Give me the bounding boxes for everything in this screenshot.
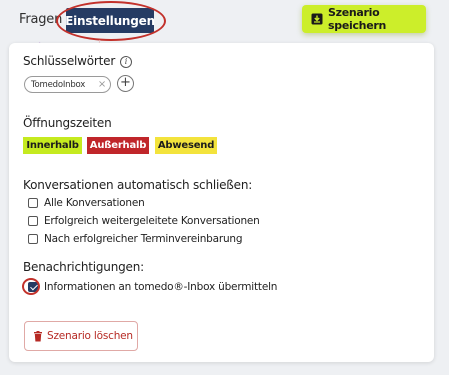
checkbox-weitergeleitet[interactable] (28, 216, 38, 226)
download-icon (311, 13, 323, 25)
checkbox-label: Erfolgreich weitergeleitete Konversation… (44, 215, 260, 227)
add-keyword-button[interactable]: + (117, 75, 134, 92)
auto-close-heading: Konversationen automatisch schließen: (23, 178, 253, 192)
badge-abwesend[interactable]: Abwesend (155, 137, 217, 154)
keyword-chip[interactable]: TomedoInbox × (24, 76, 111, 93)
info-icon[interactable]: i (120, 56, 132, 68)
notifications-heading: Benachrichtigungen: (23, 260, 144, 274)
notification-option[interactable]: Informationen an tomedo®-Inbox übermitte… (28, 281, 277, 293)
tab-fragen[interactable]: Fragen (19, 12, 62, 27)
delete-scenario-button[interactable]: Szenario löschen (24, 321, 138, 351)
close-icon[interactable]: × (98, 79, 106, 90)
save-scenario-button[interactable]: Szenario speichern (302, 5, 426, 33)
save-scenario-label: Szenario speichern (328, 6, 387, 32)
checkbox-termin[interactable] (28, 234, 38, 244)
delete-scenario-label: Szenario löschen (47, 330, 133, 342)
top-bar: Fragen Einstellungen Szenario speichern (0, 0, 449, 44)
tab-einstellungen[interactable]: Einstellungen (65, 8, 155, 33)
auto-close-option[interactable]: Nach erfolgreicher Terminvereinbarung (28, 233, 243, 245)
trash-icon (34, 330, 42, 341)
hours-heading: Öffnungszeiten (23, 116, 112, 130)
checkbox-label: Nach erfolgreicher Terminvereinbarung (44, 233, 243, 245)
checkbox-label: Informationen an tomedo®-Inbox übermitte… (44, 281, 278, 293)
auto-close-option[interactable]: Alle Konversationen (28, 197, 145, 209)
checkbox-alle[interactable] (28, 198, 38, 208)
checkbox-label: Alle Konversationen (44, 197, 145, 209)
auto-close-option[interactable]: Erfolgreich weitergeleitete Konversation… (28, 215, 260, 227)
badge-innerhalb[interactable]: Innerhalb (23, 137, 82, 154)
keywords-heading: Schlüsselwörter (23, 54, 116, 68)
highlight-annotation (22, 278, 40, 295)
badge-ausserhalb[interactable]: Außerhalb (87, 137, 149, 154)
keyword-chip-label: TomedoInbox (31, 79, 86, 90)
tab-einstellungen-label: Einstellungen (65, 13, 155, 28)
